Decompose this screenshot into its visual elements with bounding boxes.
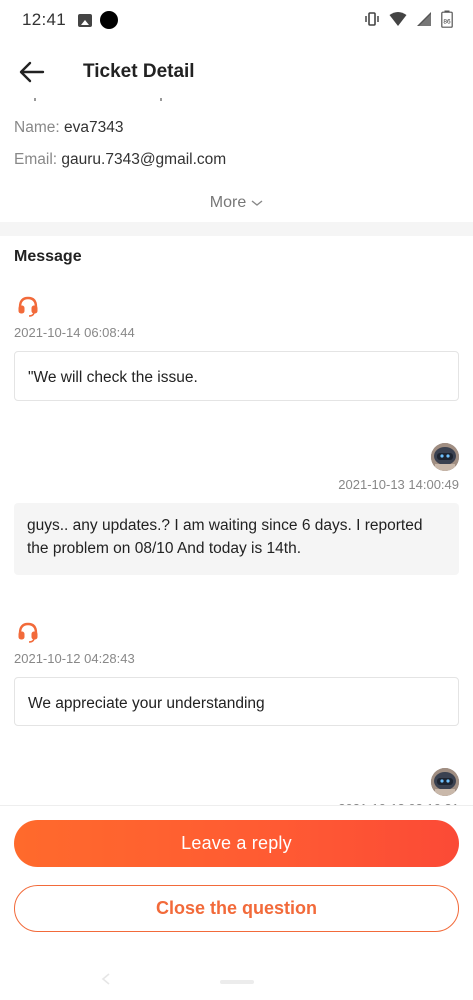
support-agent-icon [18,296,38,317]
message-timestamp: 2021-10-14 06:08:44 [14,325,135,340]
wifi-icon [389,12,407,26]
ticket-name-row: Name: eva7343 [14,119,123,137]
system-nav-bar [0,964,473,1000]
user-avatar [431,768,459,796]
more-label: More [209,194,247,211]
more-toggle[interactable]: More [0,194,473,212]
chevron-down-icon [251,200,263,206]
name-value: eva7343 [63,119,124,136]
scrolled-content-edge [0,98,473,106]
agent-message-bubble: We appreciate your understanding [14,677,459,726]
back-button[interactable] [2,44,62,100]
page-title: Ticket Detail [83,61,195,82]
nav-home-pill[interactable] [220,980,254,984]
agent-message-bubble: "We will check the issue. [14,351,459,401]
section-divider [0,222,473,236]
status-bar: 12:41 86 [0,0,473,40]
battery-icon: 86 [441,10,453,28]
email-label: Email: [14,151,58,168]
svg-text:86: 86 [443,19,451,26]
message-timestamp: 2021-10-13 14:00:49 [338,477,459,492]
leave-reply-button[interactable]: Leave a reply [14,820,459,867]
vibrate-icon [365,12,379,26]
back-arrow-icon [19,61,45,83]
name-label: Name: [14,119,60,136]
email-value: gauru.7343@gmail.com [61,151,227,168]
support-agent-icon [18,622,38,643]
user-avatar [431,443,459,471]
bottom-action-panel: Leave a reply Close the question [0,805,473,1000]
gallery-icon [78,13,93,27]
message-timestamp: 2021-10-12 04:28:43 [14,651,135,666]
notification-dot-icon [100,11,119,29]
nav-back-icon[interactable] [100,972,112,986]
app-header: Ticket Detail [0,44,473,100]
close-question-button[interactable]: Close the question [14,885,459,932]
status-time: 12:41 [22,10,67,29]
user-message-bubble: guys.. any updates.? I am waiting since … [14,503,459,575]
message-section-title: Message [14,248,82,265]
ticket-email-row: Email: gauru.7343@gmail.com [14,151,226,169]
signal-icon [417,12,431,26]
